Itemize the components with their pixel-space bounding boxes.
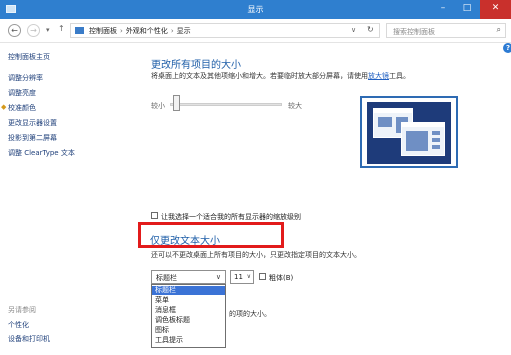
custom-scaling-checkbox[interactable] [151, 212, 158, 219]
sidebar-item-control-panel-home[interactable]: 控制面板主页 [8, 52, 50, 62]
breadcrumb-separator: › [120, 27, 123, 35]
search-icon[interactable]: ⌕ [497, 25, 501, 35]
minimize-button[interactable]: – [432, 0, 454, 19]
bold-checkbox-label[interactable]: 粗体(B) [269, 273, 293, 283]
description-text: 将桌面上的文本及其他项缩小和增大。若要临时放大部分屏幕，请使用 [151, 72, 368, 80]
forward-button[interactable]: → [27, 24, 40, 37]
page-title: 更改所有项目的大小 [151, 60, 241, 71]
breadcrumb-separator: › [170, 27, 174, 35]
bold-checkbox[interactable] [259, 273, 266, 280]
section-heading: 仅更改文本大小 [150, 236, 220, 247]
partially-hidden-text: 的项的大小。 [229, 310, 271, 318]
control-panel-icon [75, 27, 84, 34]
slider-max-label: 较大 [288, 102, 302, 110]
help-icon[interactable]: ? [503, 43, 511, 53]
scale-slider[interactable] [170, 103, 282, 106]
sidebar-item-label: 校准颜色 [8, 104, 36, 112]
dropdown-option-palette-title[interactable]: 调色板标题 [152, 316, 225, 325]
breadcrumb-appearance[interactable]: 外观和个性化 [126, 27, 168, 35]
display-preview-image [360, 96, 458, 168]
chevron-down-icon[interactable]: ∨ [351, 26, 356, 34]
sidebar-item-change-display-settings[interactable]: 更改显示器设置 [8, 118, 57, 128]
chevron-down-icon: ∨ [246, 273, 251, 280]
custom-scaling-label[interactable]: 让我选择一个适合我的所有显示器的缩放级别 [161, 212, 301, 222]
dropdown-option-icons[interactable]: 图标 [152, 326, 225, 335]
size-select-value: 11 [234, 273, 243, 281]
breadcrumb-control-panel[interactable]: 控制面板 [89, 27, 117, 35]
back-button[interactable]: ← [8, 24, 21, 37]
item-select-value: 标题栏 [156, 274, 177, 282]
magnifier-link[interactable]: 放大镜 [368, 72, 389, 80]
title-bar: 显示 – □ ✕ [0, 0, 511, 19]
recent-locations-icon[interactable]: ▾ [46, 26, 50, 34]
sidebar-item-calibrate-color[interactable]: ◆ 校准颜色 [1, 103, 36, 113]
item-select[interactable]: 标题栏 ∨ [151, 270, 226, 284]
search-input[interactable]: 搜索控制面板 ⌕ [386, 23, 506, 38]
shield-icon: ◆ [1, 103, 7, 111]
slider-min-label: 较小 [151, 102, 165, 110]
slider-thumb[interactable] [173, 95, 180, 111]
sidebar-item-personalization[interactable]: 个性化 [8, 320, 29, 330]
dropdown-option-tooltip[interactable]: 工具提示 [152, 336, 225, 345]
breadcrumb-display[interactable]: 显示 [177, 27, 191, 35]
search-placeholder: 搜索控制面板 [393, 28, 435, 36]
sidebar-item-adjust-brightness[interactable]: 调整亮度 [8, 88, 36, 98]
preview-window [401, 122, 445, 156]
sidebar-item-devices-printers[interactable]: 设备和打印机 [8, 334, 50, 344]
sidebar-item-project-second-screen[interactable]: 投影到第二屏幕 [8, 133, 57, 143]
refresh-icon[interactable]: ↻ [367, 25, 374, 34]
sidebar-item-adjust-resolution[interactable]: 调整分辨率 [8, 73, 43, 83]
maximize-button[interactable]: □ [456, 0, 478, 19]
close-button[interactable]: ✕ [480, 0, 511, 19]
section-description: 还可以不更改桌面上所有项目的大小，只更改指定项目的文本大小。 [151, 251, 361, 259]
chevron-down-icon: ∨ [215, 273, 221, 281]
breadcrumb: › 控制面板›外观和个性化›显示 [89, 26, 191, 36]
sidebar-item-cleartype[interactable]: 调整 ClearType 文本 [8, 148, 75, 158]
see-also-heading: 另请参阅 [8, 306, 36, 314]
main-description: 将桌面上的文本及其他项缩小和增大。若要临时放大部分屏幕，请使用放大镜工具。 [151, 71, 410, 81]
description-suffix: 工具。 [389, 72, 410, 80]
item-dropdown-list[interactable]: 标题栏 菜单 消息框 调色板标题 图标 工具提示 [151, 284, 226, 348]
dropdown-option-menu[interactable]: 菜单 [152, 296, 225, 305]
up-arrow-icon[interactable]: ↑ [58, 24, 65, 33]
preview-screen [367, 102, 451, 164]
navigation-bar: ← → ▾ ↑ › 控制面板›外观和个性化›显示 ∨ ↻ 搜索控制面板 ⌕ [0, 19, 511, 43]
dropdown-option-message-box[interactable]: 消息框 [152, 306, 225, 315]
size-select[interactable]: 11 ∨ [230, 270, 254, 284]
dropdown-option-title-bar[interactable]: 标题栏 [152, 286, 225, 295]
address-bar[interactable]: › 控制面板›外观和个性化›显示 ∨ ↻ [70, 23, 380, 38]
